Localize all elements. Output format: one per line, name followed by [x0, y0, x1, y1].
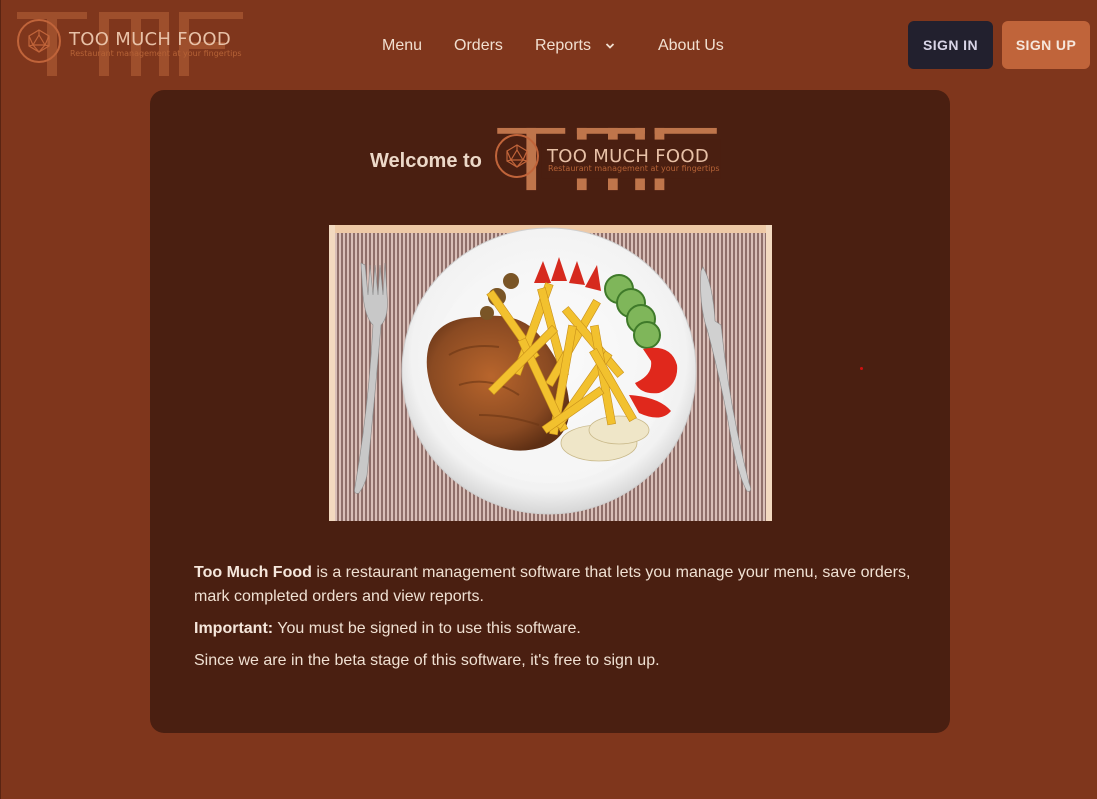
cursor-marker: [860, 367, 863, 370]
nav-menu[interactable]: Menu: [382, 37, 422, 55]
logo-tagline: Restaurant management at your fingertips: [70, 49, 242, 58]
logo-tagline: Restaurant management at your fingertips: [548, 164, 720, 173]
welcome-logo: TOO MUCH FOOD Restaurant management at y…: [493, 126, 723, 194]
description: Too Much Food is a restaurant management…: [194, 561, 914, 681]
main-nav: Menu Orders Reports About Us: [382, 36, 724, 56]
nav-reports-label: Reports: [534, 37, 591, 54]
nav-orders-label: Orders: [454, 37, 503, 54]
logo-d20-icon: [17, 19, 61, 63]
hero-food-image: [329, 225, 772, 521]
nav-menu-label: Menu: [382, 37, 423, 54]
description-important: Important: You must be signed in to use …: [194, 617, 914, 641]
important-text: You must be signed in to use this softwa…: [273, 620, 581, 637]
logo-d20-icon: [495, 134, 539, 178]
nav-orders[interactable]: Orders: [454, 37, 503, 55]
description-brand: Too Much Food: [194, 564, 312, 581]
nav-about[interactable]: About Us: [658, 37, 724, 55]
nav-about-label: About Us: [657, 37, 724, 54]
chevron-down-icon: [605, 43, 615, 49]
site-logo[interactable]: TOO MUCH FOOD Restaurant management at y…: [15, 10, 247, 80]
sign-in-button[interactable]: SIGN IN: [908, 21, 993, 69]
sign-up-button[interactable]: SIGN UP: [1002, 21, 1090, 69]
welcome-heading: Welcome to: [370, 150, 482, 172]
nav-reports-dropdown[interactable]: Reports: [535, 37, 615, 55]
description-intro: Too Much Food is a restaurant management…: [194, 561, 914, 609]
site-header: TOO MUCH FOOD Restaurant management at y…: [1, 0, 1097, 90]
plate-of-schnitzel-and-fries-image: [329, 225, 772, 521]
important-label: Important:: [194, 620, 274, 637]
description-beta-note: Since we are in the beta stage of this s…: [194, 652, 660, 669]
logo-name: TOO MUCH FOOD: [69, 29, 232, 50]
